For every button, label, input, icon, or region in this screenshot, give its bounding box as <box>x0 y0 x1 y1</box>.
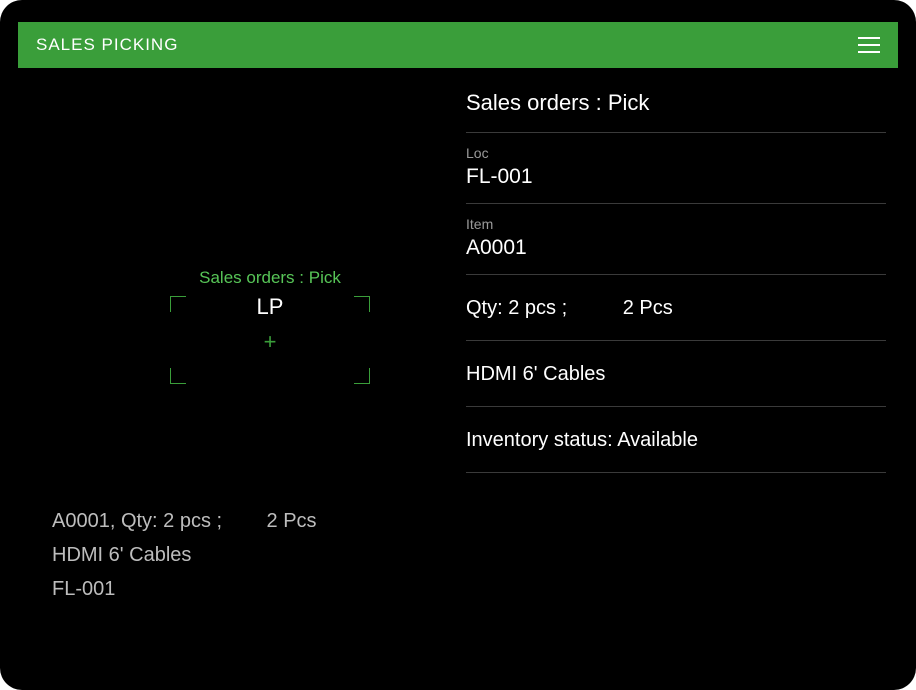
crosshair-icon: + <box>260 332 280 352</box>
reticle-corner-icon <box>170 296 186 312</box>
loc-value: FL-001 <box>466 165 886 189</box>
scan-area[interactable]: Sales orders : Pick LP + <box>158 268 382 384</box>
panel-title: Sales orders : Pick <box>466 90 886 133</box>
device-frame: SALES PICKING Sales orders : Pick LP + <box>0 0 916 690</box>
details-panel: Sales orders : Pick Loc FL-001 Item A000… <box>466 68 898 672</box>
summary-line-3: FL-001 <box>52 572 317 606</box>
summary-line-1: A0001, Qty: 2 pcs ; 2 Pcs <box>52 504 317 538</box>
field-description[interactable]: HDMI 6' Cables <box>466 341 886 407</box>
loc-label: Loc <box>466 145 886 161</box>
qty-line: Qty: 2 pcs ; 2 Pcs <box>466 297 886 320</box>
summary-block: A0001, Qty: 2 pcs ; 2 Pcs HDMI 6' Cables… <box>52 504 317 606</box>
field-inventory-status[interactable]: Inventory status: Available <box>466 407 886 473</box>
app-header: SALES PICKING <box>18 22 898 68</box>
reticle-corner-icon <box>354 296 370 312</box>
scan-title: Sales orders : Pick <box>158 268 382 288</box>
inventory-status-value: Inventory status: Available <box>466 429 886 452</box>
menu-icon[interactable] <box>858 37 880 53</box>
header-title: SALES PICKING <box>36 35 178 55</box>
summary-line-2: HDMI 6' Cables <box>52 538 317 572</box>
scan-reticle: LP + <box>170 296 370 384</box>
item-value: A0001 <box>466 236 886 260</box>
scan-lp-label: LP <box>257 294 284 319</box>
item-label: Item <box>466 216 886 232</box>
field-loc[interactable]: Loc FL-001 <box>466 133 886 204</box>
content-area: Sales orders : Pick LP + A0001, Qty: 2 p… <box>18 68 898 672</box>
field-qty[interactable]: Qty: 2 pcs ; 2 Pcs <box>466 275 886 341</box>
description-value: HDMI 6' Cables <box>466 363 886 386</box>
field-item[interactable]: Item A0001 <box>466 204 886 275</box>
reticle-corner-icon <box>354 368 370 384</box>
reticle-corner-icon <box>170 368 186 384</box>
left-pane: Sales orders : Pick LP + A0001, Qty: 2 p… <box>18 68 466 672</box>
